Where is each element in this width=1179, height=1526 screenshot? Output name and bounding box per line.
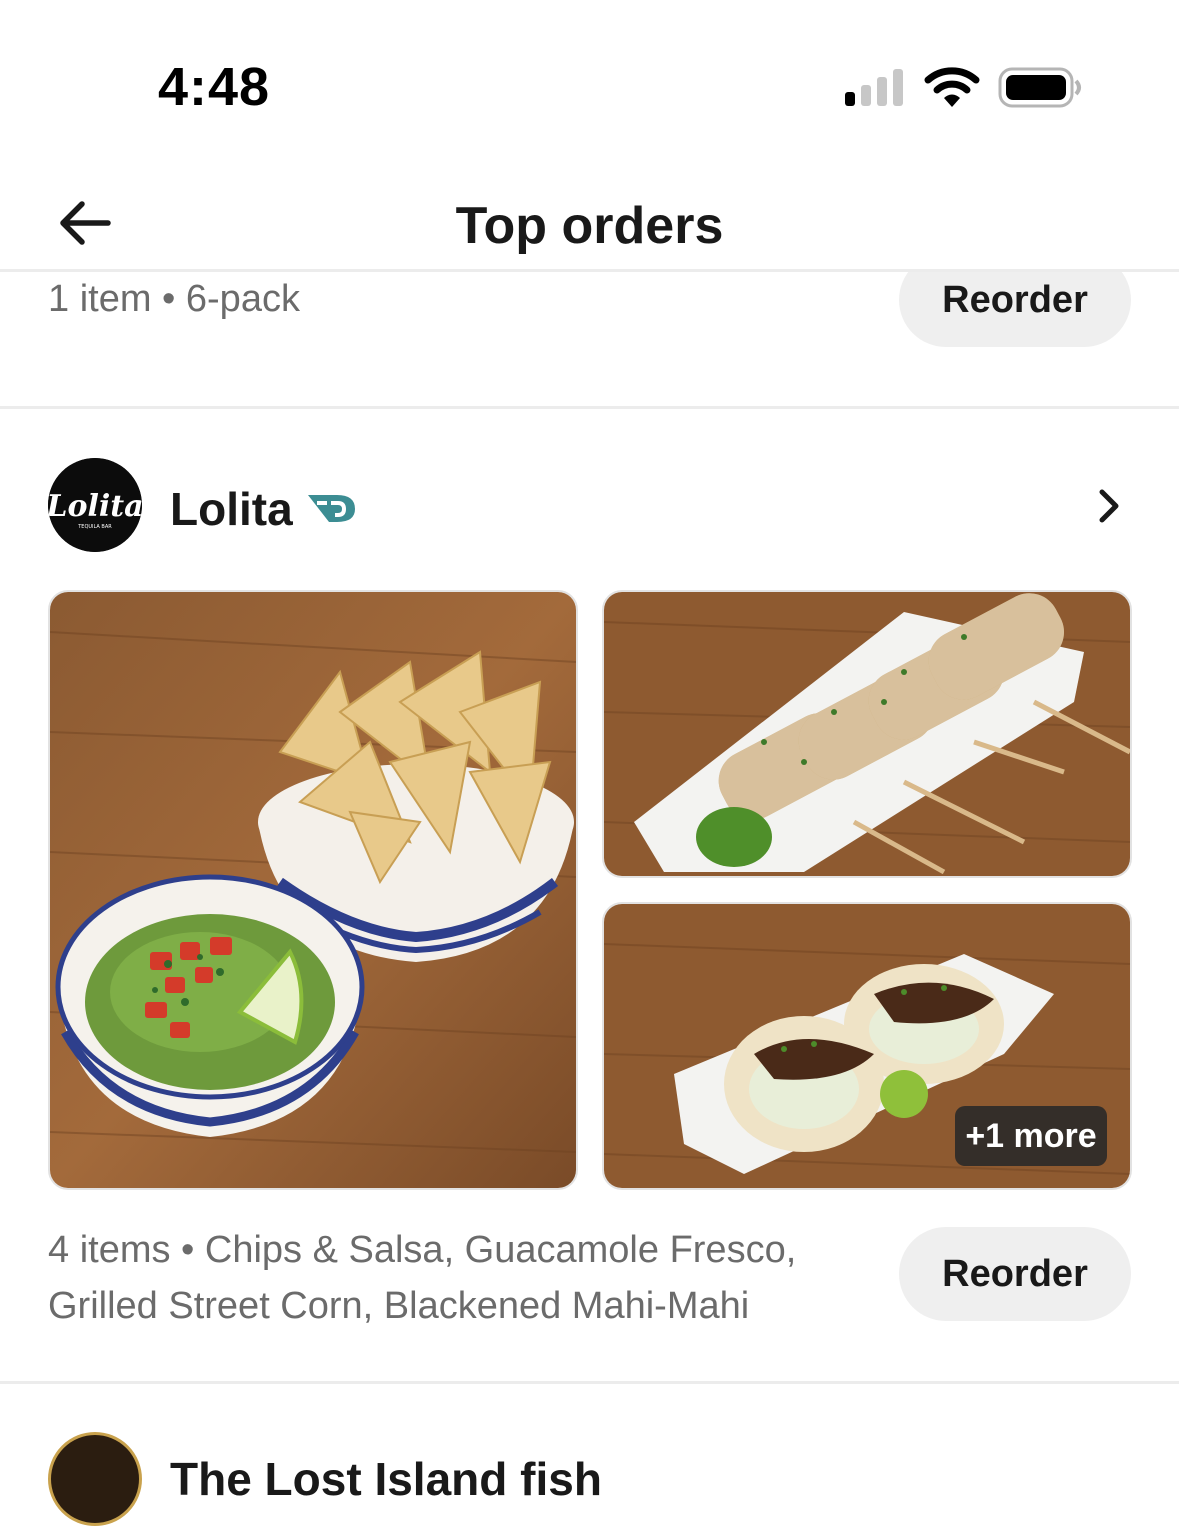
- store-row-lolita[interactable]: Lolita TEQUILA BAR Lolita: [48, 458, 1132, 554]
- svg-text:Lolita: Lolita: [48, 489, 142, 524]
- store-name: Lolita: [170, 483, 293, 535]
- dashpass-icon: [307, 492, 357, 529]
- reorder-button[interactable]: Reorder: [899, 1227, 1131, 1321]
- status-bar: 4:48: [0, 0, 1179, 160]
- page-title: Top orders: [455, 197, 724, 255]
- signal-icon: [845, 68, 905, 113]
- chevron-right-icon: [1096, 488, 1122, 529]
- street-corn-image: [602, 590, 1132, 878]
- guacamole-chips-image: [48, 590, 578, 1190]
- previous-order-summary: 1 item • 6-pack: [48, 278, 300, 320]
- header-divider: [0, 269, 1179, 272]
- next-store-name[interactable]: The Lost Island fish: [170, 1452, 602, 1506]
- order-summary: 4 items • Chips & Salsa, Guacamole Fresc…: [48, 1229, 797, 1327]
- battery-icon: [998, 66, 1084, 115]
- section-divider: [0, 1381, 1179, 1384]
- next-store-logo: [48, 1432, 142, 1526]
- wifi-icon: [924, 66, 980, 115]
- section-divider: [0, 406, 1179, 409]
- status-time: 4:48: [158, 57, 271, 117]
- svg-text:TEQUILA BAR: TEQUILA BAR: [77, 524, 112, 530]
- more-items-badge: +1 more: [955, 1106, 1107, 1166]
- nav-header: Top orders: [0, 160, 1179, 270]
- store-logo: Lolita TEQUILA BAR: [48, 458, 142, 552]
